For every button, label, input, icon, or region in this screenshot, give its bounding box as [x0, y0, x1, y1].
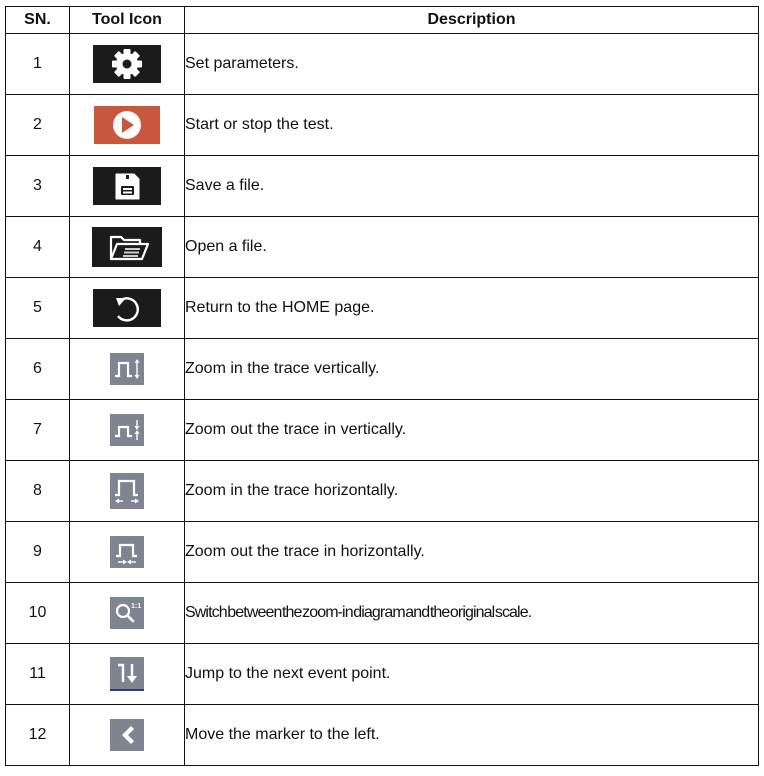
row-sn: 6	[5, 338, 70, 400]
play-icon	[94, 106, 160, 144]
save-floppy-icon	[93, 167, 161, 205]
row-sn: 7	[5, 399, 70, 461]
row-sn: 11	[5, 643, 70, 705]
header-tool-icon: Tool Icon	[69, 6, 185, 34]
row-description: Open a file.	[184, 216, 759, 278]
gear-icon	[93, 45, 161, 83]
row-description: Save a file.	[184, 155, 759, 217]
zoom-out-horizontal-icon	[110, 536, 144, 568]
row-description: Zoom out the trace in vertically.	[184, 399, 759, 461]
row-sn: 2	[5, 94, 70, 156]
next-event-icon	[110, 657, 144, 691]
row-sn: 3	[5, 155, 70, 217]
svg-text:1:1: 1:1	[131, 603, 141, 610]
table-row: 11 Jump to the next event point.	[5, 643, 759, 705]
table-row: 1 Set parameters.	[5, 33, 759, 95]
zoom-in-vertical-icon	[110, 353, 144, 385]
header-description: Description	[184, 6, 759, 34]
zoom-original-scale-icon: 1:1	[110, 597, 144, 629]
row-description: Move the marker to the left.	[184, 704, 759, 766]
table-row: 9 Zoom out the trace in horizontally.	[5, 521, 759, 583]
table-header-row: SN. Tool Icon Description	[5, 6, 759, 34]
table-row: 5 Return to the HOME page.	[5, 277, 759, 339]
row-description: Switch between the zoom-in diagram and t…	[184, 582, 759, 644]
table-row: 3 Save a file.	[5, 155, 759, 217]
row-sn: 5	[5, 277, 70, 339]
zoom-out-vertical-icon	[110, 414, 144, 446]
table-row: 8 Zoom in the trace horizontally.	[5, 460, 759, 522]
table-row: 7 Zoom out the trace in vertically.	[5, 399, 759, 461]
table-row: 2 Start or stop the test.	[5, 94, 759, 156]
row-sn: 8	[5, 460, 70, 522]
row-sn: 10	[5, 582, 70, 644]
row-sn: 1	[5, 33, 70, 95]
row-description: Zoom in the trace vertically.	[184, 338, 759, 400]
open-folder-icon	[92, 227, 162, 267]
tool-icon-table: SN. Tool Icon Description 1 Set paramete…	[5, 6, 759, 766]
row-sn: 9	[5, 521, 70, 583]
marker-left-icon	[110, 719, 144, 751]
table-row: 4 Open a file.	[5, 216, 759, 278]
table-row: 10 1:1 Switch between the zoom-in diagra…	[5, 582, 759, 644]
return-home-icon	[93, 289, 161, 327]
zoom-in-horizontal-icon	[110, 473, 144, 509]
row-description: Zoom out the trace in horizontally.	[184, 521, 759, 583]
row-description: Zoom in the trace horizontally.	[184, 460, 759, 522]
row-sn: 12	[5, 704, 70, 766]
header-sn: SN.	[5, 6, 70, 34]
row-sn: 4	[5, 216, 70, 278]
table-row: 6 Zoom in the trace vertically.	[5, 338, 759, 400]
row-description: Start or stop the test.	[184, 94, 759, 156]
table-row: 12 Move the marker to the left.	[5, 704, 759, 766]
row-description: Return to the HOME page.	[184, 277, 759, 339]
row-description: Jump to the next event point.	[184, 643, 759, 705]
row-description: Set parameters.	[184, 33, 759, 95]
